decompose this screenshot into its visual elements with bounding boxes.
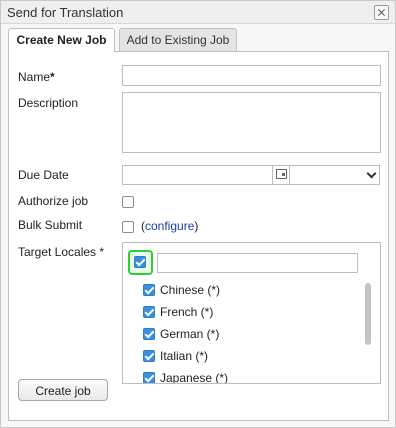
locale-name: Italian (*) [160, 349, 209, 363]
configure-link[interactable]: configure [145, 219, 194, 233]
locale-checkbox[interactable] [143, 372, 155, 383]
name-label-text: Name [18, 70, 51, 84]
name-label: Name* [18, 70, 55, 84]
locale-filter-input[interactable] [157, 253, 358, 273]
configure-link-wrap: (configure) [141, 219, 198, 233]
send-for-translation-dialog: Send for Translation Create New Job Add … [0, 0, 396, 428]
bulk-submit-label: Bulk Submit [18, 218, 83, 232]
locale-name: German (*) [160, 327, 220, 341]
select-all-highlight [128, 250, 153, 275]
tab-add-to-existing-job[interactable]: Add to Existing Job [119, 28, 237, 51]
authorize-job-checkbox[interactable] [122, 196, 134, 208]
required-mark: * [50, 70, 55, 84]
target-locales-label: Target Locales * [18, 245, 105, 259]
close-icon[interactable] [374, 5, 389, 20]
locale-name: French (*) [160, 305, 214, 319]
due-date-label: Due Date [18, 168, 69, 182]
calendar-icon [276, 169, 287, 179]
dialog-title: Send for Translation [7, 5, 124, 20]
authorize-job-label: Authorize job [18, 194, 89, 208]
dialog-titlebar: Send for Translation [1, 1, 395, 24]
due-date-input[interactable] [122, 165, 290, 185]
locale-checkbox[interactable] [143, 350, 155, 362]
select-all-checkbox[interactable] [134, 256, 146, 268]
chevron-down-icon [366, 168, 377, 179]
locale-checkbox[interactable] [143, 284, 155, 296]
create-job-panel: Name* Description Due Date Authorize job… [8, 51, 389, 421]
bulk-submit-checkbox[interactable] [122, 221, 134, 233]
locale-name: Chinese (*) [160, 283, 221, 297]
name-input[interactable] [122, 65, 381, 86]
locale-checkbox[interactable] [143, 306, 155, 318]
locales-scrollbar[interactable] [363, 281, 372, 383]
locale-checkbox[interactable] [143, 328, 155, 340]
due-time-select[interactable] [289, 165, 380, 185]
description-textarea[interactable] [122, 92, 381, 153]
locale-name: Japanese (*) [160, 371, 229, 384]
scrollbar-thumb[interactable] [365, 283, 371, 345]
tab-create-new-job[interactable]: Create New Job [8, 28, 115, 52]
target-locales-list: Chinese (*) French (*) German (*) Italia… [122, 242, 381, 384]
create-job-button[interactable]: Create job [18, 379, 108, 401]
calendar-button[interactable] [272, 165, 290, 185]
description-label: Description [18, 96, 79, 110]
configure-close-paren: ) [194, 219, 199, 233]
